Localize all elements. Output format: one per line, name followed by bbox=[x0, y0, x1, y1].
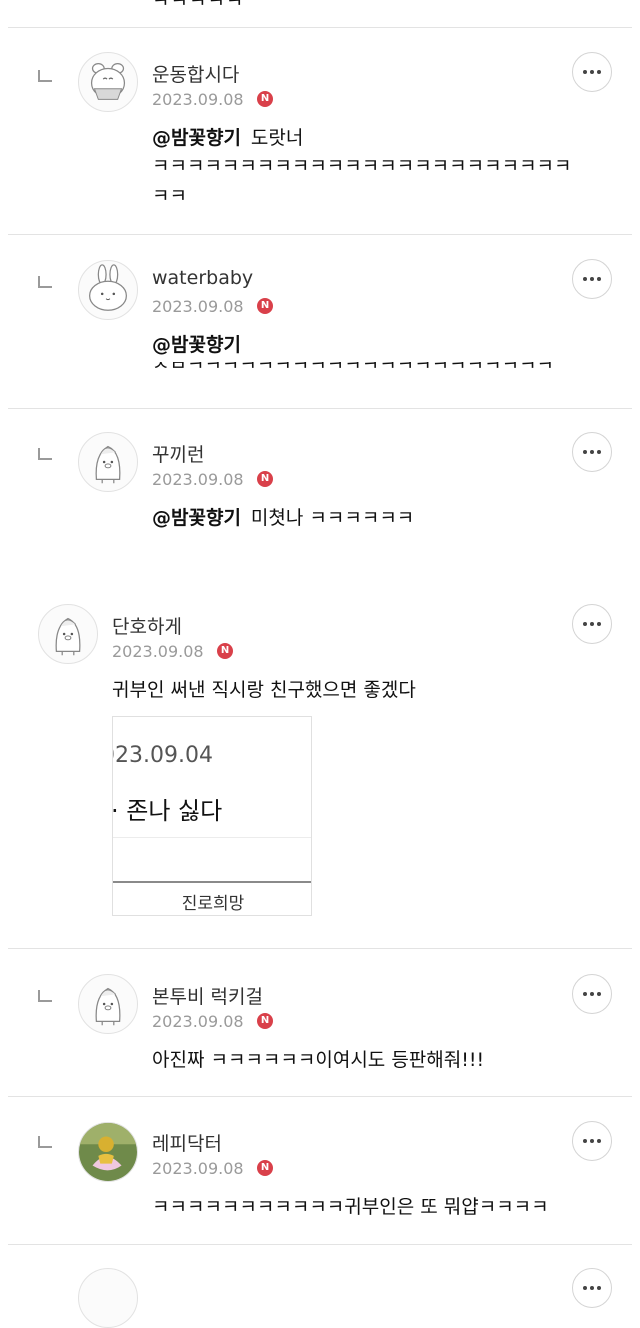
comment-author[interactable]: 본투비 럭키걸 bbox=[152, 982, 263, 1009]
attachment-divider bbox=[113, 837, 311, 838]
comment-date: 2023.09.08 bbox=[152, 90, 244, 109]
reply-indicator-icon bbox=[38, 990, 52, 1002]
attachment-divider bbox=[113, 881, 311, 883]
reply-indicator-icon bbox=[38, 70, 52, 82]
comment-text: ㅋㅋㅋㅋㅋㅋㅋㅋㅋㅋㅋ귀부인은 또 뭐얍ㅋㅋㅋㅋ bbox=[152, 1196, 549, 1218]
comment-text: 아진짜 ㅋㅋㅋㅋㅋㅋ이여시도 등판해줘!!! bbox=[152, 1049, 485, 1071]
new-badge: N bbox=[257, 91, 273, 107]
new-badge: N bbox=[257, 1013, 273, 1029]
comment-date: 2023.09.08 bbox=[152, 470, 244, 489]
more-options-button[interactable] bbox=[572, 1121, 612, 1161]
comment-text: @밤꽃향기 도랏너 bbox=[152, 127, 304, 149]
mention-link[interactable]: @밤꽃향기 bbox=[152, 127, 241, 149]
comment-text: @밤꽃향기 미쳣나 ㅋㅋㅋㅋㅋㅋ bbox=[152, 507, 415, 529]
divider bbox=[8, 1244, 632, 1245]
photo-avatar-icon[interactable] bbox=[78, 1122, 138, 1182]
attachment-label: 진로희망 bbox=[181, 894, 245, 914]
avatar[interactable] bbox=[78, 1268, 138, 1328]
new-badge: N bbox=[217, 643, 233, 659]
bear-avatar-icon[interactable] bbox=[78, 52, 138, 112]
comment-author[interactable]: 단호하게 bbox=[112, 612, 182, 639]
reply-indicator-icon bbox=[38, 276, 52, 288]
new-badge: N bbox=[257, 1160, 273, 1176]
attachment-date: 023.09.04 bbox=[112, 743, 213, 768]
comment-date: 2023.09.08 bbox=[112, 642, 204, 661]
comment-text-line: ㅋㅋ bbox=[152, 185, 187, 207]
mention-link[interactable]: @밤꽃향기 bbox=[152, 334, 241, 356]
comment-author[interactable]: 꾸끼런 bbox=[152, 440, 204, 467]
comment-text: @밤꽃향기 bbox=[152, 331, 251, 359]
comment-text-line: ㅅㅂㅋㅋㅋㅋㅋㅋㅋㅋㅋㅋㅋㅋㅋㅋㅋㅋㅋㅋㅋㅋㅋ bbox=[152, 362, 555, 375]
attachment-text: · 존나 싫다 bbox=[112, 797, 223, 825]
divider bbox=[8, 234, 632, 235]
comment-author[interactable]: 운동합시다 bbox=[152, 60, 239, 87]
attached-image[interactable]: 023.09.04 · 존나 싫다 진로희망 bbox=[112, 716, 312, 916]
more-options-button[interactable] bbox=[572, 52, 612, 92]
more-options-button[interactable] bbox=[572, 1268, 612, 1308]
divider bbox=[8, 408, 632, 409]
reply-indicator-icon bbox=[38, 448, 52, 460]
divider bbox=[8, 948, 632, 949]
divider bbox=[8, 27, 632, 28]
comment-date: 2023.09.08 bbox=[152, 297, 244, 316]
ghost-avatar-icon[interactable] bbox=[78, 974, 138, 1034]
mention-link[interactable]: @밤꽃향기 bbox=[152, 507, 241, 529]
ghost-avatar-icon[interactable] bbox=[38, 604, 98, 664]
comment-text: 귀부인 써낸 직시랑 친구했으면 좋겠다 bbox=[112, 679, 416, 701]
more-options-button[interactable] bbox=[572, 604, 612, 644]
comment-date: 2023.09.08 bbox=[152, 1012, 244, 1031]
more-options-button[interactable] bbox=[572, 259, 612, 299]
ghost-avatar-icon[interactable] bbox=[78, 432, 138, 492]
comment-date: 2023.09.08 bbox=[152, 1159, 244, 1178]
reply-indicator-icon bbox=[38, 1136, 52, 1148]
comment-author[interactable]: 레피닥터 bbox=[152, 1129, 222, 1156]
new-badge: N bbox=[257, 298, 273, 314]
new-badge: N bbox=[257, 471, 273, 487]
bunny-avatar-icon[interactable] bbox=[78, 260, 138, 320]
more-options-button[interactable] bbox=[572, 432, 612, 472]
comment-author[interactable]: waterbaby bbox=[152, 267, 253, 289]
previous-comment-text: ㅋㅋㅋㅋㅋ bbox=[152, 0, 245, 12]
more-options-button[interactable] bbox=[572, 974, 612, 1014]
comment-text-line: ㅋㅋㅋㅋㅋㅋㅋㅋㅋㅋㅋㅋㅋㅋㅋㅋㅋㅋㅋㅋㅋㅋㅋㅋ bbox=[152, 155, 572, 177]
divider bbox=[8, 1096, 632, 1097]
